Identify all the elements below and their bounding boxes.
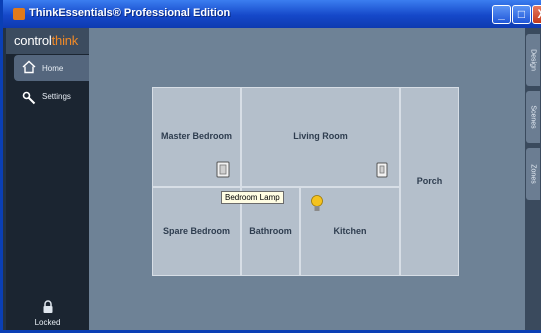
logo-text-think: think [51, 33, 79, 48]
tab-design[interactable]: Design [526, 34, 540, 86]
tab-label: Zones [529, 164, 537, 184]
title-bar[interactable]: ThinkEssentials® Professional Edition _ … [3, 0, 541, 28]
lightbulb-icon[interactable] [310, 194, 324, 213]
close-button[interactable]: X [532, 5, 541, 24]
nav-home-label: Home [42, 64, 64, 73]
room-label: Kitchen [333, 226, 367, 236]
device-tooltip: Bedroom Lamp [221, 191, 284, 204]
room-label: Bathroom [249, 226, 292, 236]
room-label: Spare Bedroom [162, 226, 231, 236]
app-window: ThinkEssentials® Professional Edition _ … [0, 0, 541, 333]
room-living-room[interactable]: Living Room [241, 87, 400, 187]
wrench-icon [22, 91, 36, 105]
nav-settings[interactable]: Settings [14, 86, 89, 108]
maximize-button[interactable]: □ [512, 5, 531, 24]
tab-label: Scenes [529, 105, 537, 129]
minimize-button[interactable]: _ [492, 5, 511, 24]
nav-settings-label: Settings [42, 92, 71, 101]
lock-icon[interactable] [41, 300, 55, 314]
room-label: Living Room [293, 131, 348, 141]
sidebar: controlthink Home Settings Locked [6, 28, 89, 330]
locked-label: Locked [34, 318, 61, 327]
brand-logo: controlthink [6, 28, 89, 54]
room-porch[interactable]: Porch [400, 87, 459, 276]
logo-text-control: control [14, 33, 52, 48]
window-title: ThinkEssentials® Professional Edition [29, 7, 231, 19]
tab-zones[interactable]: Zones [526, 148, 540, 200]
tab-label: Design [529, 49, 537, 71]
right-tab-bar: Design Scenes Zones [525, 28, 541, 330]
tab-scenes[interactable]: Scenes [526, 91, 540, 143]
light-switch-icon[interactable] [376, 162, 388, 178]
room-master-bedroom[interactable]: Master Bedroom [152, 87, 241, 187]
lamp-switch-icon[interactable] [216, 161, 230, 178]
room-kitchen[interactable]: Kitchen [300, 187, 400, 276]
house-icon [22, 60, 36, 74]
app-icon [13, 8, 25, 20]
room-label: Porch [416, 176, 443, 186]
room-label: Master Bedroom [160, 131, 232, 141]
floor-plan-area: Master Bedroom Living Room Porch Spare B… [89, 28, 525, 330]
nav-home[interactable]: Home [14, 55, 89, 81]
